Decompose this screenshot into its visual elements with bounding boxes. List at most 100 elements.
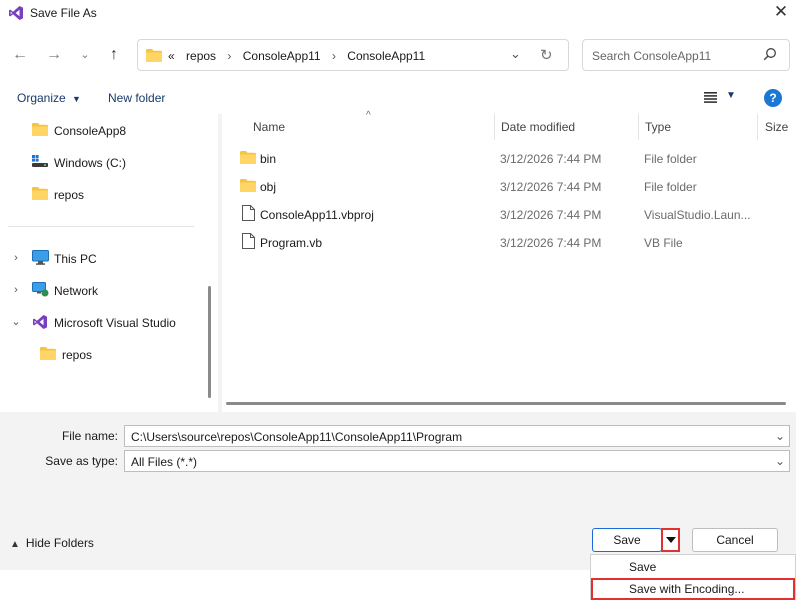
nav-item-label: Network: [54, 284, 99, 298]
refresh-icon[interactable]: ↻: [540, 46, 553, 64]
chevron-right-icon[interactable]: ›: [227, 49, 231, 63]
menu-item-label: Save: [629, 560, 657, 574]
organize-label: Organize: [17, 91, 66, 105]
window-title: Save File As: [30, 6, 97, 20]
file-name: bin: [260, 152, 277, 166]
breadcrumb-overflow[interactable]: «: [168, 49, 175, 63]
file-type: File folder: [644, 180, 697, 194]
view-options-icon[interactable]: [704, 92, 717, 103]
chevron-right-icon[interactable]: ›: [332, 49, 336, 63]
file-type: VB File: [644, 236, 683, 250]
search-icon: [763, 48, 776, 61]
save-dropdown-menu: Save Save with Encoding...: [590, 554, 796, 600]
file-date: 3/12/2026 7:44 PM: [500, 208, 602, 222]
column-header-row: ^ Name Date modified Type Size: [222, 110, 796, 140]
nav-item-label: Windows (C:): [54, 156, 127, 170]
title-bar: Save File As ✕: [0, 0, 796, 26]
nav-item-label: This PC: [54, 252, 97, 266]
recent-locations-chevron-icon[interactable]: ⌄: [74, 44, 96, 66]
folder-icon: [32, 123, 48, 136]
save-dropdown-button[interactable]: [661, 528, 680, 552]
file-date: 3/12/2026 7:44 PM: [500, 236, 602, 250]
save-type-label: Save as type:: [45, 454, 118, 468]
help-icon[interactable]: ?: [764, 89, 782, 107]
breadcrumb-item[interactable]: ConsoleApp11: [347, 49, 425, 63]
caret-up-icon: ▲: [10, 539, 20, 550]
sort-ascending-icon: ^: [366, 110, 371, 121]
file-name: ConsoleApp11.vbproj: [260, 208, 374, 222]
file-type: VisualStudio.Laun...: [644, 208, 751, 222]
nav-item-repos[interactable]: repos: [0, 180, 210, 206]
toolbar: Organize ▼ New folder ▼ ?: [0, 84, 796, 112]
visual-studio-icon: [9, 6, 23, 20]
view-dropdown-caret-icon[interactable]: ▼: [726, 90, 736, 101]
file-type: File folder: [644, 152, 697, 166]
folder-icon: [240, 179, 256, 192]
nav-item-repos-vs[interactable]: repos: [0, 340, 210, 366]
file-row[interactable]: Program.vb 3/12/2026 7:44 PM VB File: [222, 228, 796, 256]
chevron-down-icon[interactable]: ⌄: [510, 46, 521, 62]
folder-icon: [32, 187, 48, 200]
nav-item-microsoft-visual-studio[interactable]: ⌄ Microsoft Visual Studio: [0, 308, 210, 334]
file-row[interactable]: bin 3/12/2026 7:44 PM File folder: [222, 144, 796, 172]
menu-item-save[interactable]: Save: [591, 556, 795, 578]
breadcrumb: « repos › ConsoleApp11 › ConsoleApp11: [168, 49, 425, 63]
save-form: File name: C:\Users\source\repos\Console…: [0, 412, 796, 512]
breadcrumb-item[interactable]: ConsoleApp11: [243, 49, 321, 63]
chevron-right-icon[interactable]: ›: [10, 252, 22, 264]
caret-down-icon: [666, 537, 676, 543]
nav-item-label: Microsoft Visual Studio: [54, 316, 176, 330]
navigation-bar: ← → ⌄ ↑ « repos › ConsoleApp11 › Console…: [0, 36, 796, 76]
address-bar[interactable]: « repos › ConsoleApp11 › ConsoleApp11 ⌄ …: [137, 39, 569, 71]
nav-item-label: repos: [54, 188, 85, 202]
horizontal-scrollbar[interactable]: [226, 402, 786, 405]
search-input[interactable]: Search ConsoleApp11: [592, 49, 711, 63]
drive-icon: [32, 155, 48, 167]
column-header-date[interactable]: Date modified: [501, 120, 575, 134]
file-icon: [242, 205, 255, 221]
pc-icon: [32, 250, 49, 265]
file-name: obj: [260, 180, 277, 194]
column-divider[interactable]: [757, 114, 758, 140]
chevron-down-icon[interactable]: ⌄: [10, 315, 22, 328]
nav-item-label: ConsoleApp8: [54, 124, 127, 138]
nav-item-consoleapp8[interactable]: ConsoleApp8: [0, 116, 210, 142]
close-button[interactable]: ✕: [770, 2, 792, 24]
cancel-button[interactable]: Cancel: [692, 528, 778, 552]
file-row[interactable]: obj 3/12/2026 7:44 PM File folder: [222, 172, 796, 200]
file-name: Program.vb: [260, 236, 323, 250]
column-header-name[interactable]: Name: [253, 120, 285, 134]
up-arrow-icon[interactable]: ↑: [103, 44, 125, 66]
hide-folders-button[interactable]: ▲ Hide Folders: [10, 536, 94, 550]
nav-item-network[interactable]: › Network: [0, 276, 210, 302]
visual-studio-icon: [33, 315, 47, 329]
chevron-right-icon[interactable]: ›: [10, 284, 22, 296]
nav-item-label: repos: [62, 348, 93, 362]
back-arrow-icon[interactable]: ←: [9, 44, 31, 66]
menu-item-label: Save with Encoding...: [629, 582, 745, 596]
chevron-down-icon[interactable]: ⌄: [775, 429, 785, 443]
file-date: 3/12/2026 7:44 PM: [500, 152, 602, 166]
menu-item-save-with-encoding[interactable]: Save with Encoding...: [591, 578, 795, 600]
organize-button[interactable]: Organize ▼: [17, 91, 81, 105]
folder-icon: [240, 151, 256, 164]
save-button[interactable]: Save: [592, 528, 662, 552]
breadcrumb-item[interactable]: repos: [186, 49, 216, 63]
column-header-size[interactable]: Size: [765, 120, 788, 134]
search-box[interactable]: Search ConsoleApp11: [582, 39, 790, 71]
column-divider[interactable]: [494, 114, 495, 140]
column-header-type[interactable]: Type: [645, 120, 671, 134]
chevron-down-icon[interactable]: ⌄: [775, 454, 785, 468]
save-type-value: All Files (*.*): [131, 455, 198, 469]
file-name-field[interactable]: C:\Users\source\repos\ConsoleApp11\Conso…: [124, 425, 790, 447]
folder-icon: [146, 49, 162, 62]
forward-arrow-icon[interactable]: →: [43, 44, 65, 66]
nav-scrollbar[interactable]: [208, 286, 211, 398]
nav-item-this-pc[interactable]: › This PC: [0, 244, 210, 270]
save-type-select[interactable]: All Files (*.*) ⌄: [124, 450, 790, 472]
new-folder-button[interactable]: New folder: [108, 91, 165, 105]
nav-item-windows-c[interactable]: Windows (C:): [0, 148, 210, 174]
column-divider[interactable]: [638, 114, 639, 140]
file-row[interactable]: ConsoleApp11.vbproj 3/12/2026 7:44 PM Vi…: [222, 200, 796, 228]
file-date: 3/12/2026 7:44 PM: [500, 180, 602, 194]
